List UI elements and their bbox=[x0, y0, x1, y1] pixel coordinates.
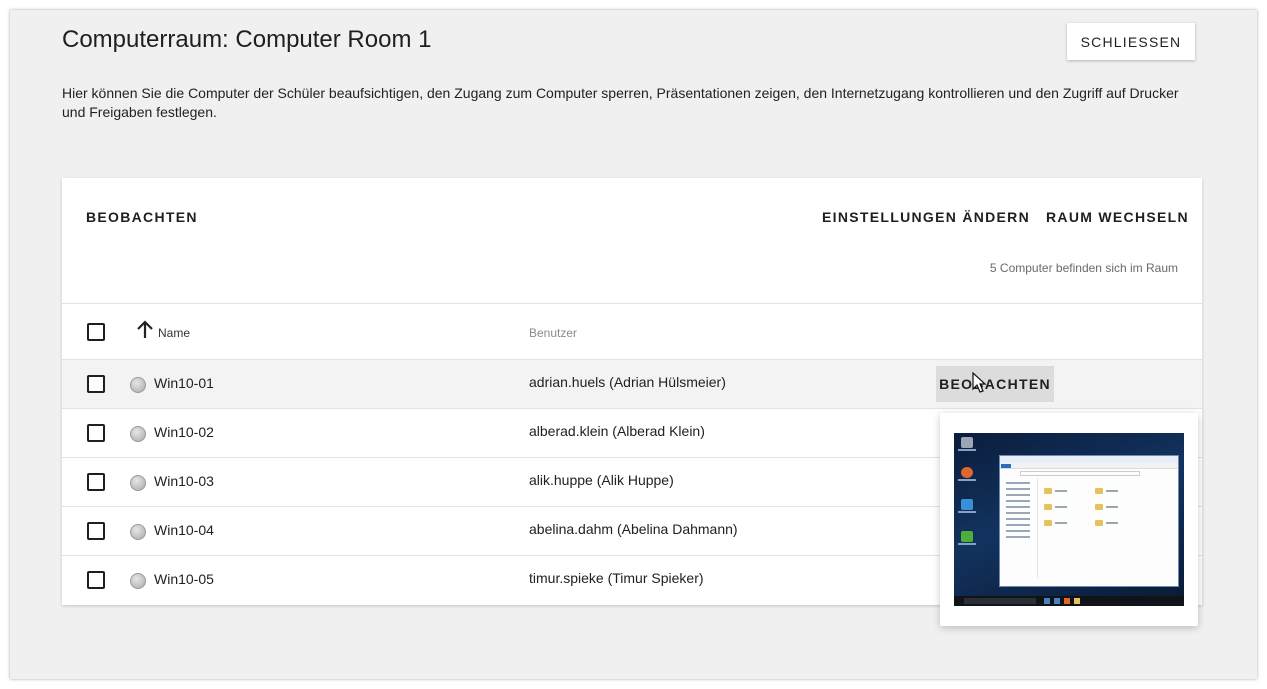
table-header: Name Benutzer bbox=[62, 303, 1202, 360]
desktop-label bbox=[958, 511, 976, 513]
taskbar-item bbox=[1074, 598, 1080, 604]
computer-name: Win10-03 bbox=[154, 473, 214, 489]
computer-name: Win10-01 bbox=[154, 375, 214, 391]
app-icon bbox=[961, 499, 973, 510]
arrow-up-icon[interactable] bbox=[136, 320, 154, 340]
status-dot-icon bbox=[130, 426, 146, 442]
computer-name: Win10-05 bbox=[154, 571, 214, 587]
computer-room-window: Computerraum: Computer Room 1 SCHLIESSEN… bbox=[10, 10, 1257, 679]
user-name: adrian.huels (Adrian Hülsmeier) bbox=[529, 374, 726, 390]
folder-label bbox=[1055, 522, 1067, 524]
change-settings-button[interactable]: EINSTELLUNGEN ÄNDERN bbox=[822, 209, 1030, 225]
folder-icon bbox=[1095, 488, 1103, 494]
status-dot-icon bbox=[130, 524, 146, 540]
taskbar-item bbox=[1044, 598, 1050, 604]
taskbar-item bbox=[1064, 598, 1070, 604]
close-button[interactable]: SCHLIESSEN bbox=[1067, 23, 1195, 60]
taskbar-search bbox=[964, 598, 1036, 604]
folder-icon bbox=[1044, 504, 1052, 510]
mouse-cursor-icon bbox=[972, 372, 987, 393]
folder-icon bbox=[1044, 520, 1052, 526]
column-header-user[interactable]: Benutzer bbox=[529, 326, 577, 340]
folder-label bbox=[1106, 522, 1118, 524]
row-checkbox[interactable] bbox=[87, 522, 105, 540]
screen-preview-popup bbox=[940, 413, 1198, 626]
veyon-icon bbox=[961, 531, 973, 542]
desktop-label bbox=[958, 449, 976, 451]
user-name: abelina.dahm (Abelina Dahmann) bbox=[529, 521, 738, 537]
observe-button[interactable]: BEOBACHTEN bbox=[86, 209, 198, 225]
desktop-label bbox=[958, 543, 976, 545]
explorer-titlebar bbox=[1000, 456, 1178, 463]
user-name: timur.spieke (Timur Spieker) bbox=[529, 570, 704, 586]
recycle-bin-icon bbox=[961, 437, 973, 448]
user-name: alik.huppe (Alik Huppe) bbox=[529, 472, 674, 488]
page-description: Hier können Sie die Computer der Schüler… bbox=[62, 85, 1179, 120]
folder-icon bbox=[1095, 520, 1103, 526]
computer-count: 5 Computer befinden sich im Raum bbox=[989, 261, 1178, 275]
folder-icon bbox=[1044, 488, 1052, 494]
explorer-address-bar bbox=[1020, 471, 1140, 476]
page-title: Computerraum: Computer Room 1 bbox=[62, 26, 432, 53]
explorer-ribbon bbox=[1000, 463, 1178, 469]
user-name: alberad.klein (Alberad Klein) bbox=[529, 423, 705, 439]
desktop-label bbox=[958, 479, 976, 481]
explorer-nav-pane bbox=[1000, 478, 1038, 578]
table-row[interactable]: Win10-01 adrian.huels (Adrian Hülsmeier)… bbox=[62, 359, 1202, 408]
row-observe-button[interactable]: BEOBACHTEN bbox=[936, 366, 1054, 402]
folder-icon bbox=[1095, 504, 1103, 510]
status-dot-icon bbox=[130, 573, 146, 589]
folder-label bbox=[1106, 506, 1118, 508]
explorer-file-tab bbox=[1001, 464, 1011, 468]
status-dot-icon bbox=[130, 475, 146, 491]
column-header-name[interactable]: Name bbox=[158, 326, 190, 340]
row-checkbox[interactable] bbox=[87, 473, 105, 491]
screen-preview-thumbnail[interactable] bbox=[954, 433, 1184, 606]
switch-room-button[interactable]: RAUM WECHSELN bbox=[1046, 209, 1189, 225]
status-dot-icon bbox=[130, 377, 146, 393]
computer-name: Win10-04 bbox=[154, 522, 214, 538]
folder-label bbox=[1106, 490, 1118, 492]
taskbar-item bbox=[1054, 598, 1060, 604]
row-checkbox[interactable] bbox=[87, 424, 105, 442]
folder-label bbox=[1055, 490, 1067, 492]
file-explorer-window bbox=[999, 455, 1179, 587]
computer-name: Win10-02 bbox=[154, 424, 214, 440]
firefox-icon bbox=[961, 467, 973, 478]
row-checkbox[interactable] bbox=[87, 571, 105, 589]
select-all-checkbox[interactable] bbox=[87, 323, 105, 341]
row-checkbox[interactable] bbox=[87, 375, 105, 393]
windows-taskbar bbox=[954, 596, 1184, 606]
folder-label bbox=[1055, 506, 1067, 508]
